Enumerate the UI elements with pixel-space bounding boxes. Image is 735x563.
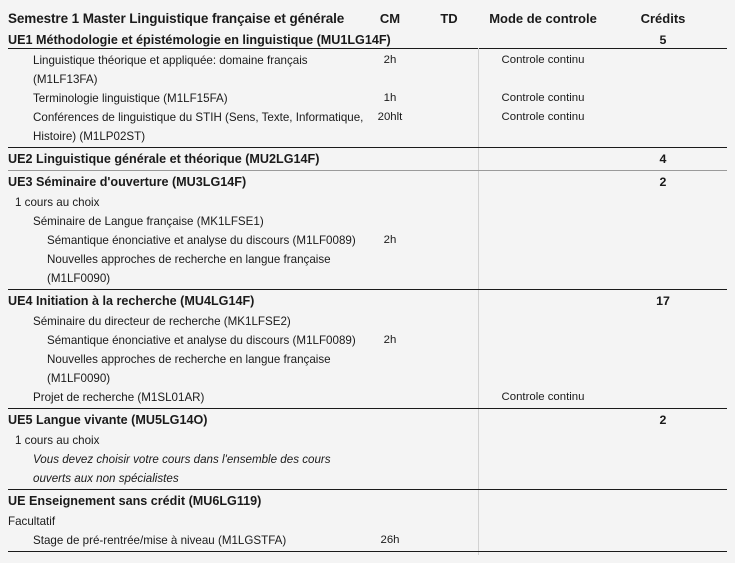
mode-value: Controle continu	[501, 92, 585, 104]
mode-value: Controle continu	[501, 54, 585, 66]
course-row: Séminaire de Langue française (MK1LFSE1)	[0, 212, 735, 231]
mode-value: Controle continu	[501, 111, 585, 123]
course-label: 1 cours au choix	[15, 196, 100, 209]
course-row: (M1LF13FA)	[0, 70, 735, 89]
course-row: Nouvelles approches de recherche en lang…	[0, 350, 735, 369]
course-label: Facultatif	[8, 515, 56, 528]
table-body: UE1 Méthodologie et épistémologie en lin…	[0, 31, 735, 552]
course-label: Stage de pré-rentrée/mise à niveau (M1LG…	[33, 534, 287, 547]
cm-value: 2h	[383, 234, 397, 246]
row-divider	[8, 170, 727, 171]
cm-value: 1h	[383, 92, 397, 104]
cm-value: 2h	[383, 334, 397, 346]
course-row: Vous devez choisir votre cours dans l'en…	[0, 450, 735, 469]
column-header-cm: CM	[379, 11, 401, 26]
section-label: UE3 Séminaire d'ouverture (MU3LG14F)	[8, 175, 247, 189]
section-label: UE2 Linguistique générale et théorique (…	[8, 152, 320, 166]
course-row: Projet de recherche (M1SL01AR) Controle c…	[0, 388, 735, 407]
credits-value: 4	[659, 152, 667, 166]
row-divider	[8, 147, 727, 148]
course-row: 1 cours au choix	[0, 431, 735, 450]
cm-value: 26h	[380, 534, 400, 546]
column-header-td: TD	[440, 11, 458, 26]
mode-value: Controle continu	[501, 391, 585, 403]
cm-value: 2h	[383, 54, 397, 66]
course-row: ouverts aux non spécialistes	[0, 469, 735, 488]
course-row: Conférences de linguistique du STIH (Sen…	[0, 108, 735, 127]
section-row: UE4 Initiation à la recherche (MU4LG14F)…	[0, 292, 735, 312]
course-row: Stage de pré-rentrée/mise à niveau (M1LG…	[0, 531, 735, 550]
course-row: Histoire) (M1LP02ST)	[0, 127, 735, 146]
section-label: UE Enseignement sans crédit (MU6LG119)	[8, 494, 262, 508]
column-header-credits: Crédits	[640, 11, 686, 26]
row-divider	[8, 289, 727, 290]
cm-value: 20hlt	[377, 111, 403, 123]
section-label: UE1 Méthodologie et épistémologie en lin…	[8, 33, 391, 47]
course-catalog-table: Semestre 1 Master Linguistique française…	[0, 0, 735, 563]
course-label: Vous devez choisir votre cours dans l'en…	[33, 453, 331, 466]
credits-value: 17	[656, 294, 670, 308]
section-row: UE1 Méthodologie et épistémologie en lin…	[0, 31, 735, 51]
course-label: Terminologie linguistique (M1LF15FA)	[33, 92, 228, 105]
row-divider	[8, 489, 727, 490]
table-header: Semestre 1 Master Linguistique française…	[0, 0, 735, 28]
course-row: Séminaire du directeur de recherche (MK1…	[0, 312, 735, 331]
credits-value: 2	[659, 175, 667, 189]
course-label: Sémantique énonciative et analyse du dis…	[47, 334, 356, 347]
course-label: (M1LF0090)	[47, 372, 111, 385]
column-header-mode: Mode de controle	[489, 11, 597, 26]
row-divider	[8, 408, 727, 409]
course-row: (M1LF0090)	[0, 269, 735, 288]
course-label: Sémantique énonciative et analyse du dis…	[47, 234, 356, 247]
course-label: 1 cours au choix	[15, 434, 100, 447]
section-row: UE2 Linguistique générale et théorique (…	[0, 150, 735, 170]
credits-value: 5	[659, 33, 667, 47]
course-row: (M1LF0090)	[0, 369, 735, 388]
course-label: Histoire) (M1LP02ST)	[33, 130, 146, 143]
course-row: Nouvelles approches de recherche en lang…	[0, 250, 735, 269]
course-label: Projet de recherche (M1SL01AR)	[33, 391, 205, 404]
course-row: Sémantique énonciative et analyse du dis…	[0, 231, 735, 250]
credits-value: 2	[659, 413, 667, 427]
row-divider	[8, 551, 727, 552]
course-row: Terminologie linguistique (M1LF15FA) 1h Co…	[0, 89, 735, 108]
course-label: (M1LF13FA)	[33, 73, 98, 86]
course-row: Linguistique théorique et appliquée: dom…	[0, 51, 735, 70]
course-label: Nouvelles approches de recherche en lang…	[47, 353, 331, 366]
course-row: Facultatif	[0, 512, 735, 531]
course-label: Séminaire de Langue française (MK1LFSE1)	[33, 215, 264, 228]
course-label: ouverts aux non spécialistes	[33, 472, 179, 485]
course-row: 1 cours au choix	[0, 193, 735, 212]
section-row: UE5 Langue vivante (MU5LG14O) 2	[0, 411, 735, 431]
course-label: Séminaire du directeur de recherche (MK1…	[33, 315, 291, 328]
course-label: Nouvelles approches de recherche en lang…	[47, 253, 331, 266]
course-label: (M1LF0090)	[47, 272, 111, 285]
page-title: Semestre 1 Master Linguistique française…	[8, 11, 345, 26]
course-label: Conférences de linguistique du STIH (Sen…	[33, 111, 364, 124]
section-row: UE3 Séminaire d'ouverture (MU3LG14F) 2	[0, 173, 735, 193]
course-label: Linguistique théorique et appliquée: dom…	[33, 54, 308, 67]
section-row: UE Enseignement sans crédit (MU6LG119)	[0, 492, 735, 512]
section-label: UE4 Initiation à la recherche (MU4LG14F)	[8, 294, 255, 308]
course-row: Sémantique énonciative et analyse du dis…	[0, 331, 735, 350]
section-label: UE5 Langue vivante (MU5LG14O)	[8, 413, 208, 427]
